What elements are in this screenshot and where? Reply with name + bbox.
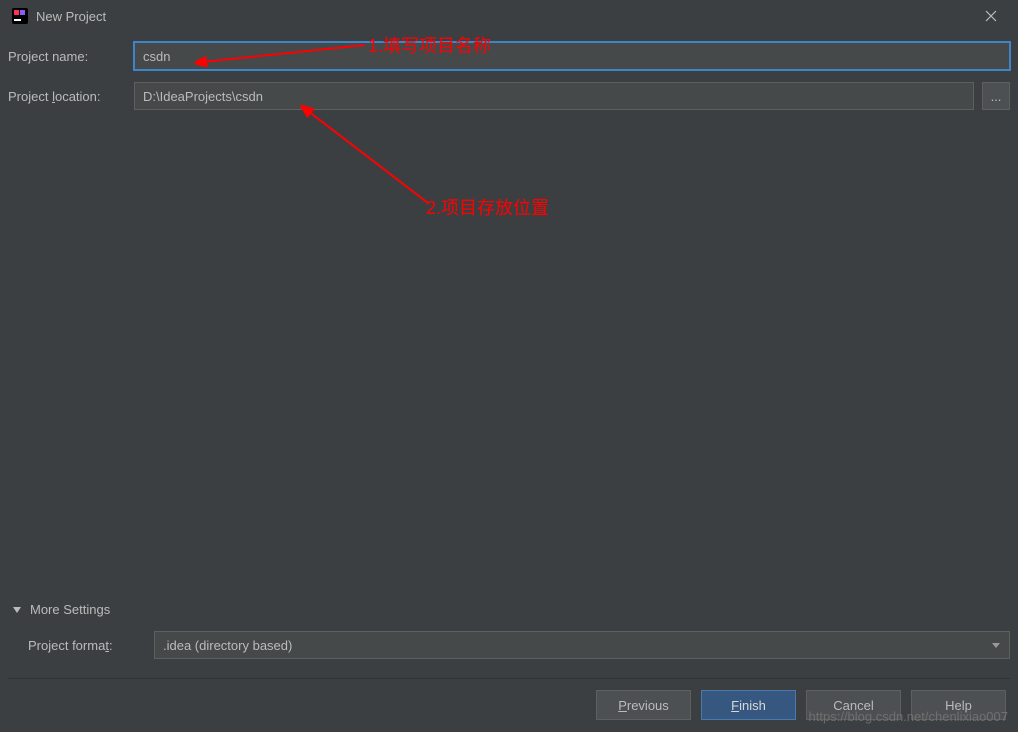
project-location-label: Project location: <box>8 89 134 104</box>
window-title: New Project <box>36 9 976 24</box>
close-icon <box>985 10 997 22</box>
more-settings-label: More Settings <box>30 602 110 617</box>
project-location-input[interactable] <box>134 82 974 110</box>
finish-button[interactable]: Finish <box>701 690 796 720</box>
annotation-2: 2.项目存放位置 <box>426 194 549 220</box>
project-format-label: Project format: <box>28 638 154 653</box>
chevron-down-icon <box>991 638 1001 653</box>
annotation-arrow-2 <box>300 105 435 210</box>
app-icon <box>12 8 28 24</box>
browse-button[interactable]: ... <box>982 82 1010 110</box>
project-format-value: .idea (directory based) <box>163 638 292 653</box>
divider <box>8 678 1010 679</box>
project-format-select[interactable]: .idea (directory based) <box>154 631 1010 659</box>
chevron-down-icon <box>12 605 22 615</box>
close-button[interactable] <box>976 4 1006 28</box>
project-name-input[interactable] <box>134 42 1010 70</box>
previous-button[interactable]: Previous <box>596 690 691 720</box>
more-settings-toggle[interactable]: More Settings <box>8 602 1010 617</box>
project-name-label: Project name: <box>8 49 134 64</box>
watermark: https://blog.csdn.net/chenlixiao007 <box>809 709 1008 724</box>
